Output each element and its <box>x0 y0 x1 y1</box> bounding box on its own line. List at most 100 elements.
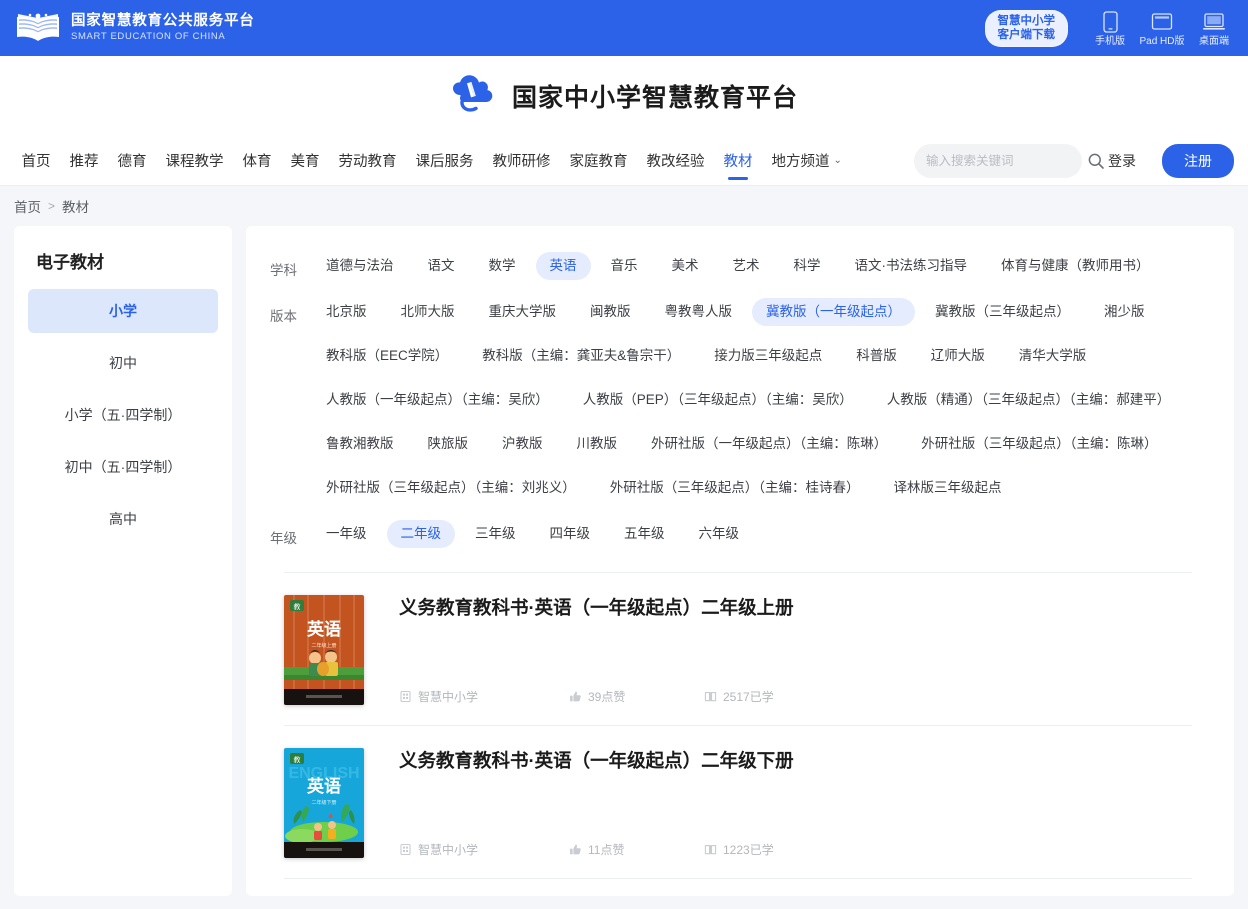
chip-version-3-0[interactable]: 鲁教湘教版 <box>312 430 408 458</box>
chip-version-1-0[interactable]: 教科版（EEC学院） <box>312 342 462 370</box>
book-title[interactable]: 义务教育教科书·英语（一年级起点）二年级上册 <box>399 595 1192 621</box>
breadcrumb-home[interactable]: 首页 <box>14 196 41 216</box>
table-row[interactable]: 教 英语 二年级上册 义务教育教科书·英语（一年级起点）二年级上册 智慧中小学 … <box>284 573 1192 726</box>
chip-version-0-5[interactable]: 冀教版（一年级起点） <box>752 298 915 326</box>
sidebar-item-label: 小学（五·四学制） <box>64 407 182 423</box>
chip-subject-5[interactable]: 美术 <box>658 252 713 280</box>
chip-version-0-3[interactable]: 闽教版 <box>576 298 645 326</box>
book-likes-label: 39点赞 <box>588 690 626 704</box>
chip-grade-3[interactable]: 四年级 <box>536 520 605 548</box>
chip-subject-1[interactable]: 语文 <box>414 252 469 280</box>
nav-item-arts[interactable]: 美育 <box>281 136 329 186</box>
register-button[interactable]: 注册 <box>1162 143 1234 178</box>
sidebar: 电子教材 小学 初中 小学（五·四学制） 初中（五·四学制） 高中 <box>14 226 232 896</box>
building-icon <box>399 843 412 856</box>
chip-version-2-2[interactable]: 人教版（精通）（三年级起点）（主编：郝建平） <box>873 386 1185 414</box>
login-button[interactable]: 登录 <box>1094 145 1150 177</box>
sidebar-item-primary[interactable]: 小学 <box>28 289 218 333</box>
chip-version-4-2[interactable]: 译林版三年级起点 <box>880 474 1016 502</box>
table-row[interactable]: ENGLISH 教 英语 二年级下册 义务教育教科书·英语（一年级起点）二年级下… <box>284 726 1192 879</box>
chip-version-1-1[interactable]: 教科版（主编：龚亚夫&鲁宗干） <box>468 342 694 370</box>
nav-item-reform-experience[interactable]: 教改经验 <box>637 136 714 186</box>
chip-subject-4[interactable]: 音乐 <box>597 252 652 280</box>
nav-item-sports[interactable]: 体育 <box>233 136 281 186</box>
chip-grade-0[interactable]: 一年级 <box>312 520 381 548</box>
chip-version-1-4[interactable]: 辽师大版 <box>917 342 999 370</box>
sidebar-item-junior-54[interactable]: 初中（五·四学制） <box>28 445 218 489</box>
chip-subject-0[interactable]: 道德与法治 <box>312 252 408 280</box>
chip-version-4-0[interactable]: 外研社版（三年级起点）（主编：刘兆义） <box>312 474 590 502</box>
nav-item-home[interactable]: 首页 <box>12 136 60 186</box>
breadcrumb-current: 教材 <box>62 200 90 215</box>
nav-item-labor[interactable]: 劳动教育 <box>329 136 406 186</box>
download-item-tablet[interactable]: Pad HD版 <box>1138 9 1186 48</box>
nav-item-textbooks[interactable]: 教材 <box>714 136 762 186</box>
sidebar-item-label: 初中（五·四学制） <box>64 459 182 475</box>
download-item-mobile[interactable]: 手机版 <box>1086 9 1134 48</box>
chip-version-0-7[interactable]: 湘少版 <box>1090 298 1159 326</box>
download-item-desktop[interactable]: 桌面端 <box>1190 9 1238 48</box>
thumbs-up-icon <box>569 843 582 856</box>
breadcrumb-separator: > <box>48 199 56 213</box>
filter-chips-version: 北京版 北师大版 重庆大学版 闽教版 粤教粤人版 冀教版（一年级起点） 冀教版（… <box>312 290 1212 510</box>
chip-subject-2[interactable]: 数学 <box>475 252 530 280</box>
book-title[interactable]: 义务教育教科书·英语（一年级起点）二年级下册 <box>399 748 1192 774</box>
chip-subject-6[interactable]: 艺术 <box>719 252 774 280</box>
nav-label: 地方频道 <box>771 154 830 170</box>
chip-version-4-1[interactable]: 外研社版（三年级起点）（主编：桂诗春） <box>596 474 874 502</box>
chip-grade-4[interactable]: 五年级 <box>610 520 679 548</box>
nav-item-afterschool[interactable]: 课后服务 <box>406 136 483 186</box>
chip-version-1-5[interactable]: 清华大学版 <box>1005 342 1101 370</box>
chip-subject-3[interactable]: 英语 <box>535 252 591 280</box>
chip-version-0-2[interactable]: 重庆大学版 <box>475 298 571 326</box>
chip-version-3-4[interactable]: 外研社版（一年级起点）（主编：陈琳） <box>637 430 901 458</box>
main-panel: 学科 道德与法治 语文 数学 英语 音乐 美术 艺术 科学 语文·书法练习指导 … <box>246 226 1234 896</box>
chip-subject-7[interactable]: 科学 <box>780 252 835 280</box>
platform-logo[interactable]: 国家智慧教育公共服务平台 SMART EDUCATION OF CHINA <box>14 11 255 45</box>
chip-version-2-1[interactable]: 人教版（PEP）（三年级起点）（主编：吴欣） <box>569 386 867 414</box>
chip-grade-5[interactable]: 六年级 <box>685 520 754 548</box>
chip-version-0-0[interactable]: 北京版 <box>312 298 381 326</box>
chip-version-1-3[interactable]: 科普版 <box>842 342 911 370</box>
chip-version-3-2[interactable]: 沪教版 <box>488 430 557 458</box>
nav-item-family-education[interactable]: 家庭教育 <box>560 136 637 186</box>
nav-label: 首页 <box>21 154 51 170</box>
chip-version-0-6[interactable]: 冀教版（三年级起点） <box>921 298 1084 326</box>
chip-subject-8[interactable]: 语文·书法练习指导 <box>841 252 982 280</box>
platform-logo-title-cn: 国家智慧教育公共服务平台 <box>71 13 255 29</box>
nav-item-curriculum[interactable]: 课程教学 <box>156 136 233 186</box>
chip-version-0-1[interactable]: 北师大版 <box>387 298 469 326</box>
book-source: 智慧中小学 <box>399 688 569 705</box>
nav-item-teacher-training[interactable]: 教师研修 <box>483 136 560 186</box>
chip-version-1-2[interactable]: 接力版三年级起点 <box>700 342 836 370</box>
filter-label-version: 版本 <box>270 308 297 324</box>
open-book-icon <box>14 11 62 45</box>
sidebar-item-primary-54[interactable]: 小学（五·四学制） <box>28 393 218 437</box>
book-open-icon <box>704 690 717 703</box>
nav-item-moral[interactable]: 德育 <box>108 136 156 186</box>
client-download-button[interactable]: 智慧中小学 客户端下载 <box>984 9 1068 47</box>
nav-right-group: 登录 注册 <box>914 143 1234 178</box>
chip-grade-2[interactable]: 三年级 <box>461 520 530 548</box>
chip-version-2-0[interactable]: 人教版（一年级起点）（主编：吴欣） <box>312 386 563 414</box>
sidebar-item-senior[interactable]: 高中 <box>28 497 218 541</box>
building-icon <box>399 690 412 703</box>
chip-version-3-3[interactable]: 川教版 <box>563 430 632 458</box>
brand-title: 国家中小学智慧教育平台 <box>511 84 798 112</box>
brand-logo[interactable]: 国家中小学智慧教育平台 <box>450 73 798 120</box>
search-input[interactable] <box>926 153 1087 168</box>
svg-text:二年级上册: 二年级上册 <box>311 642 336 649</box>
main-nav: 首页 推荐 德育 课程教学 体育 美育 劳动教育 课后服务 教师研修 家庭教育 … <box>0 136 1248 186</box>
chip-version-3-1[interactable]: 陕旅版 <box>414 430 483 458</box>
chip-version-0-4[interactable]: 粤教粤人版 <box>651 298 747 326</box>
chip-subject-9[interactable]: 体育与健康（教师用书） <box>987 252 1164 280</box>
nav-item-local-channel[interactable]: 地方频道 ⌄ <box>762 136 851 186</box>
sidebar-item-label: 初中 <box>109 355 137 371</box>
search-box[interactable] <box>914 143 1104 178</box>
nav-item-recommend[interactable]: 推荐 <box>60 136 108 186</box>
chip-version-3-5[interactable]: 外研社版（三年级起点）（主编：陈琳） <box>907 430 1171 458</box>
sidebar-item-junior[interactable]: 初中 <box>28 341 218 385</box>
chip-grade-1[interactable]: 二年级 <box>386 520 455 548</box>
client-download-line1: 智慧中小学 <box>997 14 1056 27</box>
nav-item-list: 首页 推荐 德育 课程教学 体育 美育 劳动教育 课后服务 教师研修 家庭教育 … <box>12 136 851 186</box>
